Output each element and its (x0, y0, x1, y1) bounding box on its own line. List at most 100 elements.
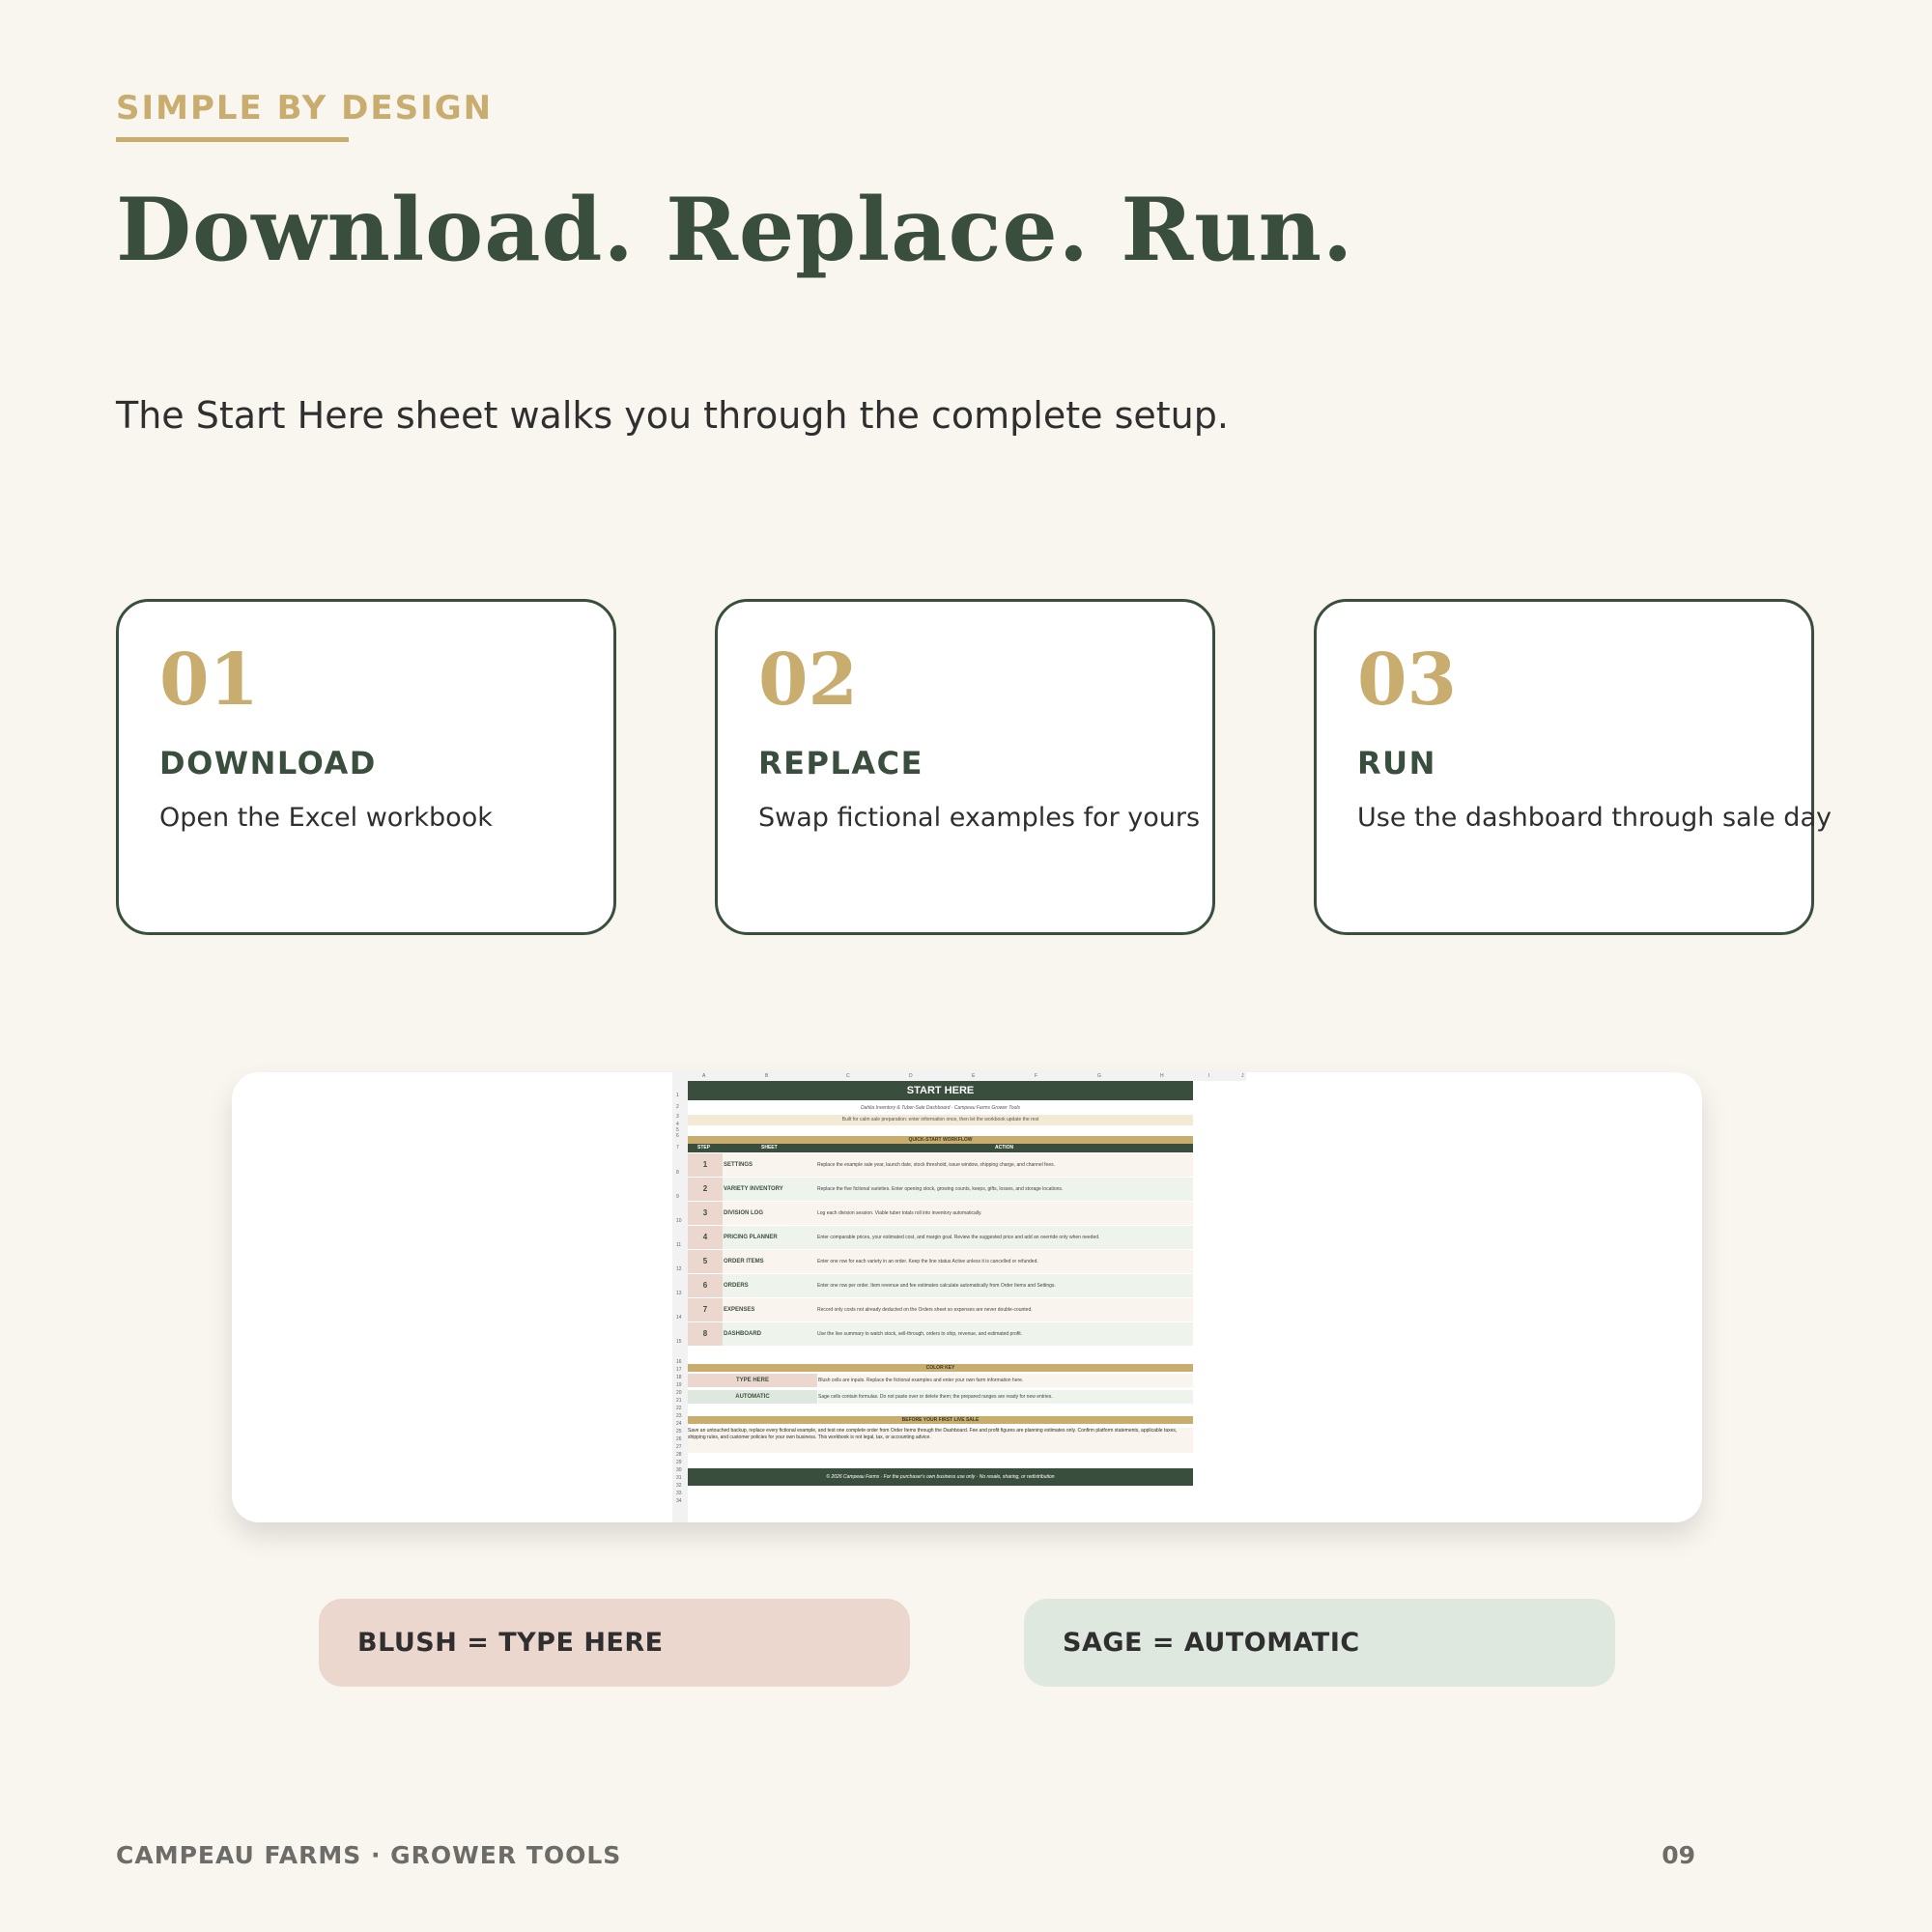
row-number: 18 (676, 1375, 682, 1380)
column-label: G (1097, 1073, 1101, 1079)
column-label: B (765, 1073, 769, 1079)
sheet-cell: ORDER ITEMS (724, 1259, 764, 1264)
color-key-header: COLOR KEY (688, 1364, 1193, 1372)
eyebrow-label: SIMPLE BY DESIGN (116, 89, 494, 128)
column-label: J (1241, 1073, 1244, 1079)
step-card-run: 03 RUN Use the dashboard through sale da… (1314, 599, 1832, 935)
sheet-cell: DASHBOARD (724, 1331, 761, 1337)
legend-blush: BLUSH = TYPE HERE (319, 1599, 910, 1687)
color-key-description: Blush cells are inputs. Replace the fict… (818, 1374, 1193, 1387)
step-description: Swap fictional examples for yours (758, 803, 1201, 833)
row-number: 9 (676, 1194, 679, 1200)
sheet-column-header: SHEET (761, 1145, 778, 1151)
row-number: 7 (676, 1145, 679, 1151)
page-number: 09 (1662, 1841, 1695, 1869)
row-number: 19 (676, 1382, 682, 1388)
sheet-cell: ORDERS (724, 1283, 749, 1289)
step-title: REPLACE (758, 745, 923, 781)
row-number: 24 (676, 1421, 682, 1427)
row-number: 21 (676, 1398, 682, 1404)
row-number: 6 (676, 1133, 679, 1139)
row-number: 10 (676, 1218, 682, 1224)
row-number: 27 (676, 1444, 682, 1450)
step-description: Use the dashboard through sale day (1357, 803, 1832, 833)
workflow-row: 3 DIVISION LOG Log each division session… (688, 1202, 1193, 1225)
row-number: 30 (676, 1467, 682, 1473)
row-number: 15 (676, 1339, 682, 1345)
row-number: 8 (676, 1170, 679, 1176)
column-label: H (1160, 1073, 1164, 1079)
step-cell: 6 (688, 1274, 723, 1297)
step-cell: 3 (688, 1202, 723, 1225)
action-cell: Enter one row for each variety in an ord… (817, 1259, 1038, 1264)
row-number: 28 (676, 1452, 682, 1458)
step-cell: 5 (688, 1250, 723, 1273)
column-label: E (972, 1073, 976, 1079)
workflow-row: 2 VARIETY INVENTORY Replace the five fic… (688, 1178, 1193, 1201)
sheet-title: START HERE (688, 1081, 1193, 1100)
workflow-row: 6 ORDERS Enter one row per order. Item r… (688, 1274, 1193, 1297)
color-key-description: Sage cells contain formulas. Do not past… (818, 1390, 1193, 1404)
step-title: DOWNLOAD (159, 745, 377, 781)
step-number: 02 (758, 639, 858, 722)
step-cell: 8 (688, 1322, 723, 1346)
action-cell: Enter comparable prices, your estimated … (817, 1235, 1100, 1240)
action-cell: Use the live summary to watch stock, sel… (817, 1331, 1023, 1337)
column-label: A (702, 1073, 706, 1079)
spreadsheet-preview: A B C D E F G H I J 1 2 3 4 5 6 7 8 9 10 11 12 13 14 1… (232, 1072, 1702, 1522)
row-number: 25 (676, 1429, 682, 1435)
step-cell: 2 (688, 1178, 723, 1201)
sheet-cell: EXPENSES (724, 1307, 755, 1313)
sheet-subtitle: Dahlia Inventory & Tuber-Sale Dashboard … (861, 1105, 1020, 1111)
color-key-row-automatic: AUTOMATIC Sage cells contain formulas. D… (688, 1390, 1193, 1404)
row-number: 34 (676, 1498, 682, 1504)
legend-sage: SAGE = AUTOMATIC (1024, 1599, 1615, 1687)
first-sale-header: BEFORE YOUR FIRST LIVE SALE (688, 1416, 1193, 1424)
footer-brand: CAMPEAU FARMS · GROWER TOOLS (116, 1841, 622, 1869)
workflow-header: QUICK-START WORKFLOW (688, 1136, 1193, 1144)
row-number: 1 (676, 1093, 679, 1098)
step-title: RUN (1357, 745, 1436, 781)
action-cell: Log each division session. Viable tuber … (817, 1210, 982, 1216)
column-label: C (846, 1073, 850, 1079)
sheet-cell: DIVISION LOG (724, 1210, 764, 1216)
action-cell: Replace the example sale year, launch da… (817, 1162, 1055, 1168)
column-label: I (1208, 1073, 1210, 1079)
row-number: 13 (676, 1291, 682, 1296)
row-number: 16 (676, 1359, 682, 1365)
action-column-header: ACTION (995, 1145, 1014, 1151)
step-number: 01 (159, 639, 259, 722)
step-cell: 7 (688, 1298, 723, 1321)
step-card-replace: 02 REPLACE Swap fictional examples for y… (715, 599, 1215, 935)
row-number: 26 (676, 1436, 682, 1442)
row-number: 11 (676, 1242, 682, 1248)
column-header-bar: A B C D E F G H I J (672, 1072, 1246, 1081)
row-number: 32 (676, 1483, 682, 1489)
column-label: D (909, 1073, 913, 1079)
workflow-row: 7 EXPENSES Record only costs not already… (688, 1298, 1193, 1321)
row-number: 20 (676, 1390, 682, 1396)
color-key-row-input: TYPE HERE Blush cells are inputs. Replac… (688, 1374, 1193, 1387)
sheet-footer: © 2026 Campeau Farms · For the purchaser… (688, 1468, 1193, 1486)
row-number: 33 (676, 1491, 682, 1496)
row-number: 17 (676, 1367, 682, 1373)
start-here-sheet: A B C D E F G H I J 1 2 3 4 5 6 7 8 9 10 11 12 13 14 1… (672, 1072, 1246, 1522)
headline: Download. Replace. Run. (116, 179, 1354, 281)
sheet-cell: PRICING PLANNER (724, 1235, 778, 1240)
color-key-label: AUTOMATIC (688, 1390, 817, 1404)
workflow-table-header: STEP SHEET ACTION (688, 1144, 1193, 1152)
workflow-row: 4 PRICING PLANNER Enter comparable price… (688, 1226, 1193, 1249)
workflow-row: 1 SETTINGS Replace the example sale year… (688, 1153, 1193, 1177)
step-description: Open the Excel workbook (159, 803, 493, 833)
workflow-row: 5 ORDER ITEMS Enter one row for each var… (688, 1250, 1193, 1273)
row-number: 2 (676, 1104, 679, 1110)
action-cell: Replace the five fictional varieties. En… (817, 1186, 1064, 1192)
sheet-cell: VARIETY INVENTORY (724, 1186, 783, 1192)
row-number: 22 (676, 1406, 682, 1411)
step-cell: 1 (688, 1153, 723, 1177)
color-key-label: TYPE HERE (688, 1374, 817, 1387)
sheet-cell: SETTINGS (724, 1162, 753, 1168)
row-number: 12 (676, 1266, 682, 1272)
step-number: 03 (1357, 639, 1457, 722)
step-cell: 4 (688, 1226, 723, 1249)
